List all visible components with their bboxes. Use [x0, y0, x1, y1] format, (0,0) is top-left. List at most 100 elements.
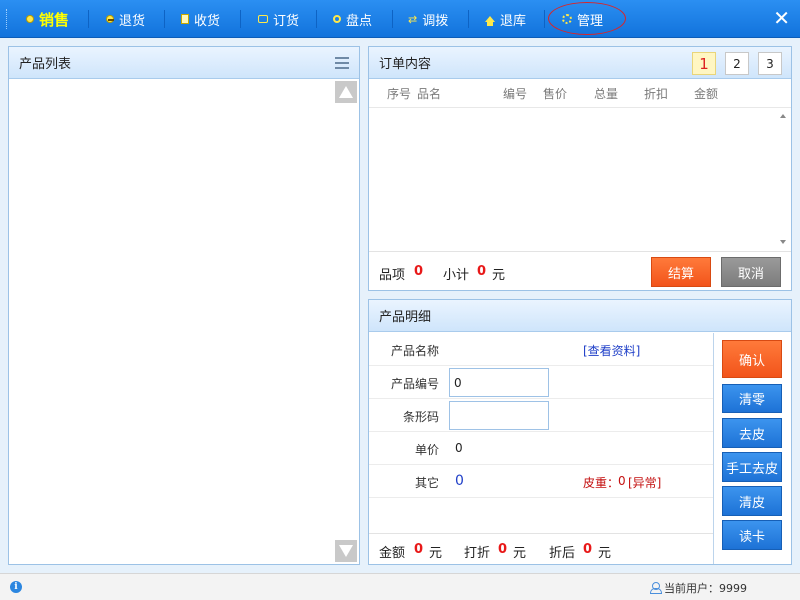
- column-header: 金额: [694, 87, 719, 101]
- discount-value: 0: [498, 542, 508, 557]
- nav-sales[interactable]: 销售: [26, 0, 69, 38]
- order-page-3-button[interactable]: 3: [758, 52, 782, 75]
- product-detail-form: 产品名称 [查看资料] 产品编号 条形码 单价 0 其它 0 皮重： 0 [异常…: [369, 333, 713, 564]
- status-bar: i 当前用户：9999: [0, 573, 800, 600]
- unit-price-value: 0: [455, 441, 463, 455]
- current-user: 当前用户：9999: [664, 580, 747, 596]
- amount-value: 0: [414, 542, 424, 557]
- toolbar-separator: [544, 10, 545, 28]
- nav-transfer[interactable]: ⇄ 调拨: [408, 0, 448, 38]
- discount-currency: 元: [513, 546, 527, 561]
- subtotal-label: 小计: [443, 268, 470, 283]
- order-title: 订单内容: [379, 57, 432, 72]
- toolbar-separator: [164, 10, 165, 28]
- after-discount-value: 0: [583, 542, 593, 557]
- scroll-up-icon[interactable]: [780, 114, 786, 118]
- column-header: 折扣: [644, 87, 669, 101]
- chat-icon: [258, 15, 268, 23]
- product-list-title: 产品列表: [19, 57, 72, 72]
- order-page-switcher: 1 2 3: [692, 52, 782, 75]
- toolbar-separator: [392, 10, 393, 28]
- info-icon[interactable]: i: [10, 581, 22, 593]
- order-scrollbar[interactable]: [777, 108, 789, 250]
- nav-receive[interactable]: 收货: [181, 0, 220, 38]
- nav-receive-label: 收货: [194, 13, 221, 29]
- order-page-1-button[interactable]: 1: [692, 52, 716, 75]
- nav-inventory[interactable]: 盘点: [333, 0, 372, 38]
- order-panel: 订单内容 1 2 3 序号 品名 编号 售价 总量 折扣 金额 品项 0 小计 …: [368, 46, 792, 291]
- user-icon: [650, 582, 662, 594]
- subtotal-currency: 元: [492, 268, 506, 283]
- abnormal-link[interactable]: [异常]: [628, 474, 661, 491]
- cancel-button[interactable]: 取消: [721, 257, 781, 287]
- other-label: 其它: [414, 476, 439, 490]
- product-name-row: 产品名称 [查看资料]: [369, 333, 713, 366]
- scroll-up-button[interactable]: [335, 81, 357, 103]
- nav-stock-return-label: 退库: [500, 13, 527, 29]
- transfer-arrows-icon: ⇄: [408, 12, 418, 26]
- product-list-panel: 产品列表: [8, 46, 360, 565]
- product-detail-title: 产品明细: [379, 310, 432, 325]
- tare-value: 0: [618, 474, 626, 488]
- item-count-label: 品项: [379, 268, 406, 283]
- barcode-label: 条形码: [402, 410, 439, 424]
- column-header: 售价: [543, 87, 568, 101]
- amount-summary: 金额 0 元 打折 0 元 折后 0 元: [369, 533, 713, 564]
- nav-stock-return[interactable]: 退库: [485, 0, 526, 38]
- highlight-ring: [548, 2, 626, 35]
- read-card-button[interactable]: 读卡: [722, 520, 782, 550]
- other-row: 其它 0 皮重： 0 [异常]: [369, 465, 713, 498]
- nav-return-label: 退货: [119, 13, 146, 29]
- minus-circle-icon: [106, 15, 114, 23]
- scroll-down-icon[interactable]: [780, 240, 786, 244]
- toolbar-grip: [6, 9, 8, 29]
- other-value: 0: [455, 473, 464, 489]
- order-summary: 品项 0 小计 0 元 结算 取消: [369, 251, 791, 290]
- arrow-up-icon: [339, 86, 353, 98]
- column-header: 品名: [417, 87, 442, 101]
- tare-label: 皮重：: [583, 476, 620, 490]
- nav-order[interactable]: 订货: [258, 0, 299, 38]
- amount-currency: 元: [429, 546, 443, 561]
- toolbar-separator: [316, 10, 317, 28]
- column-header: 总量: [594, 87, 619, 101]
- discount-label: 打折: [464, 546, 491, 561]
- nav-inventory-label: 盘点: [346, 13, 373, 29]
- barcode-input[interactable]: [449, 401, 549, 430]
- nav-return[interactable]: 退货: [106, 0, 145, 38]
- manual-tare-button[interactable]: 手工去皮: [722, 452, 782, 482]
- clear-tare-button[interactable]: 清皮: [722, 486, 782, 516]
- nav-order-label: 订货: [273, 13, 300, 29]
- clear-zero-button[interactable]: 清零: [722, 384, 782, 413]
- item-count-value: 0: [414, 264, 424, 279]
- current-user-label: 当前用户：: [664, 582, 719, 595]
- product-code-row: 产品编号: [369, 366, 713, 399]
- nav-transfer-label: 调拨: [422, 13, 449, 29]
- toolbar-separator: [88, 10, 89, 28]
- list-menu-icon[interactable]: [335, 57, 349, 69]
- search-icon: [333, 15, 341, 23]
- arrow-down-icon: [339, 545, 353, 557]
- column-header: 序号: [387, 87, 412, 101]
- subtotal-value: 0: [477, 264, 487, 279]
- view-info-link[interactable]: [查看资料]: [583, 342, 640, 359]
- order-page-2-button[interactable]: 2: [725, 52, 749, 75]
- column-header: 编号: [503, 87, 528, 101]
- confirm-button[interactable]: 确认: [722, 340, 782, 378]
- after-discount-currency: 元: [598, 546, 612, 561]
- unit-price-label: 单价: [414, 443, 439, 457]
- after-discount-label: 折后: [549, 546, 576, 561]
- toolbar-separator: [468, 10, 469, 28]
- document-icon: [181, 14, 189, 24]
- current-user-value: 9999: [719, 582, 747, 595]
- scroll-down-button[interactable]: [335, 540, 357, 562]
- main-toolbar: 销售 退货 收货 订货 盘点 ⇄ 调拨 退库 管理 ✕: [0, 0, 800, 38]
- product-code-label: 产品编号: [390, 377, 439, 391]
- home-icon: [485, 16, 495, 26]
- product-code-input[interactable]: [449, 368, 549, 397]
- order-items-list[interactable]: [369, 107, 791, 249]
- product-detail-panel: 产品明细 产品名称 [查看资料] 产品编号 条形码 单价 0 其它 0 皮重： …: [368, 299, 792, 565]
- tare-button[interactable]: 去皮: [722, 418, 782, 448]
- close-icon[interactable]: ✕: [773, 8, 790, 28]
- checkout-button[interactable]: 结算: [651, 257, 711, 287]
